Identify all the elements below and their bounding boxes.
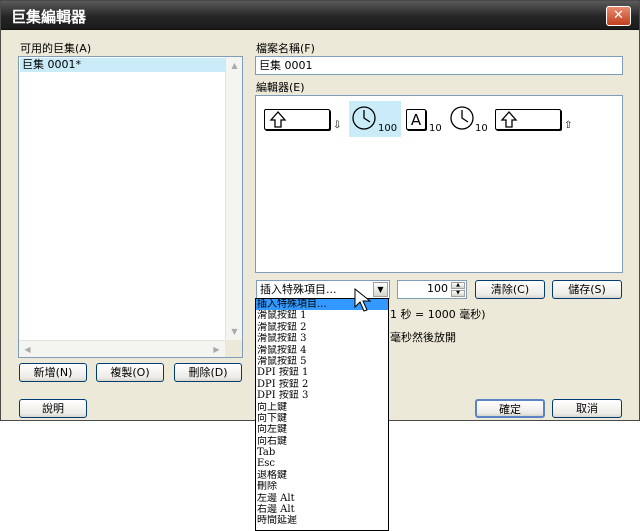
dropdown-item[interactable]: 向右鍵 bbox=[256, 436, 388, 447]
list-item[interactable]: 巨集 0001* bbox=[20, 58, 225, 72]
key-up-badge: ⇧ bbox=[564, 120, 573, 131]
spin-up-icon[interactable]: ▲ bbox=[451, 282, 465, 289]
editor-label: 編輯器(E) bbox=[256, 81, 305, 94]
insert-special-dropdown[interactable]: 插入特殊項目... 滑鼠按鈕 1 滑鼠按鈕 2 滑鼠按鈕 3 滑鼠按鈕 4 滑鼠… bbox=[255, 298, 389, 531]
dropdown-item[interactable]: 時間延遲 bbox=[256, 515, 388, 526]
dropdown-item[interactable]: Tab bbox=[256, 447, 388, 458]
filename-field[interactable]: 巨集 0001 bbox=[255, 56, 623, 75]
delay-spinner-value: 100 bbox=[427, 282, 448, 295]
sequence-key-up[interactable] bbox=[495, 109, 561, 130]
dropdown-item[interactable]: Esc bbox=[256, 458, 388, 469]
time-hint-text: 1 秒 = 1000 毫秒) bbox=[390, 308, 486, 321]
help-button[interactable]: 說明 bbox=[19, 399, 87, 418]
dropdown-item[interactable]: 滑鼠按鈕 4 bbox=[256, 345, 388, 356]
dropdown-item[interactable]: 左邊 Alt bbox=[256, 493, 388, 504]
scroll-right-icon[interactable]: ▶ bbox=[208, 341, 225, 358]
release-hint-text: 毫秒然後放開 bbox=[390, 331, 456, 344]
add-macro-button[interactable]: 新增(N) bbox=[19, 363, 87, 382]
sequence-key-down[interactable] bbox=[264, 109, 330, 130]
delay-value: 100 bbox=[378, 123, 398, 134]
delay-value: 10 bbox=[475, 123, 488, 134]
dropdown-item[interactable]: 右邊 Alt bbox=[256, 504, 388, 515]
copy-macro-button[interactable]: 複製(O) bbox=[96, 363, 164, 382]
filename-label: 檔案名稱(F) bbox=[256, 42, 315, 55]
cancel-button[interactable]: 取消 bbox=[552, 399, 622, 418]
clear-button[interactable]: 清除(C) bbox=[475, 280, 545, 299]
delete-macro-button[interactable]: 刪除(D) bbox=[174, 363, 242, 382]
macro-list[interactable]: 巨集 0001* ▲ ▼ ◀ ▶ bbox=[18, 56, 243, 358]
key-down-badge: ⇩ bbox=[333, 120, 342, 131]
dropdown-item[interactable]: 滑鼠按鈕 5 bbox=[256, 356, 388, 367]
dropdown-item[interactable]: DPI 按鈕 2 bbox=[256, 379, 388, 390]
up-arrow-icon bbox=[269, 111, 287, 128]
title-bar[interactable]: 巨集編輯器 ✕ bbox=[1, 1, 639, 30]
scrollbar-corner bbox=[225, 340, 242, 357]
up-arrow-icon bbox=[500, 111, 518, 128]
clock-icon[interactable] bbox=[449, 105, 475, 131]
clock-icon bbox=[352, 106, 376, 130]
mouse-cursor-icon bbox=[354, 288, 372, 312]
horizontal-scrollbar[interactable]: ◀ ▶ bbox=[19, 340, 225, 357]
available-macros-label: 可用的巨集(A) bbox=[20, 42, 92, 55]
scroll-down-icon[interactable]: ▼ bbox=[226, 323, 243, 340]
dropdown-item[interactable]: 向下鍵 bbox=[256, 413, 388, 424]
chevron-down-icon[interactable]: ▼ bbox=[373, 282, 388, 297]
window-title: 巨集編輯器 bbox=[11, 8, 87, 26]
scroll-up-icon[interactable]: ▲ bbox=[226, 57, 243, 74]
vertical-scrollbar[interactable]: ▲ ▼ bbox=[225, 57, 242, 340]
sequence-key-a[interactable]: A bbox=[406, 109, 426, 130]
dropdown-item[interactable]: DPI 按鈕 1 bbox=[256, 367, 388, 378]
macro-sequence-editor[interactable]: ⇩ 100 A 10 10 ⇧ bbox=[255, 95, 623, 273]
dropdown-item[interactable]: 向上鍵 bbox=[256, 402, 388, 413]
dropdown-item[interactable]: 刪除 bbox=[256, 481, 388, 492]
save-button[interactable]: 儲存(S) bbox=[552, 280, 622, 299]
key-duration-value: 10 bbox=[429, 123, 442, 134]
insert-special-value: 插入特殊項目... bbox=[260, 283, 337, 296]
dropdown-item[interactable]: 滑鼠按鈕 2 bbox=[256, 322, 388, 333]
dropdown-item[interactable]: 退格鍵 bbox=[256, 470, 388, 481]
close-button[interactable]: ✕ bbox=[606, 6, 631, 26]
delay-spinner[interactable]: 100 ▲ ▼ bbox=[397, 280, 467, 299]
dropdown-item[interactable]: DPI 按鈕 3 bbox=[256, 390, 388, 401]
spin-down-icon[interactable]: ▼ bbox=[451, 290, 465, 297]
ok-button[interactable]: 確定 bbox=[475, 399, 545, 418]
dropdown-item[interactable]: 滑鼠按鈕 3 bbox=[256, 333, 388, 344]
scroll-left-icon[interactable]: ◀ bbox=[19, 341, 36, 358]
dropdown-item[interactable]: 向左鍵 bbox=[256, 424, 388, 435]
